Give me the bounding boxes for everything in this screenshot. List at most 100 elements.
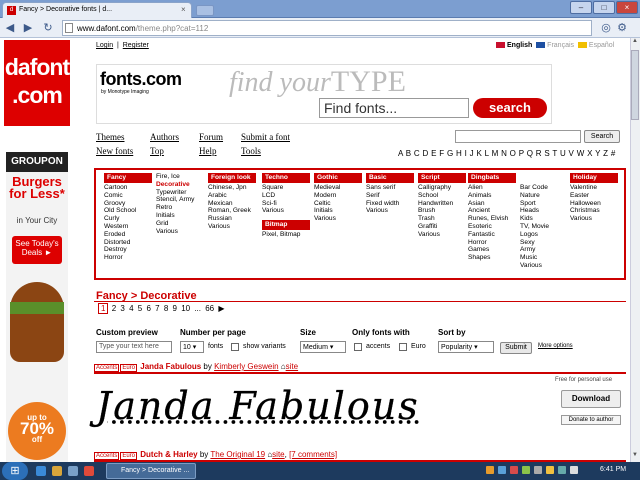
category-link[interactable]: Curly (104, 215, 152, 223)
tray-icon[interactable] (522, 466, 530, 474)
category-link[interactable]: TV, Movie (520, 223, 549, 231)
category-link[interactable]: Valentine (570, 184, 618, 192)
category-link[interactable]: Distorted (104, 239, 152, 247)
extension-icon[interactable]: ◎ (598, 20, 614, 36)
login-link[interactable]: Login (96, 42, 113, 49)
category-link[interactable]: Groovy (104, 200, 152, 208)
category-link[interactable]: Destroy (104, 246, 152, 254)
category-link[interactable]: Music (520, 254, 549, 262)
last-page-link[interactable]: 66 (205, 304, 214, 313)
address-bar[interactable]: www.dafont.com/theme.php?cat=112 (62, 20, 592, 36)
start-button-icon[interactable]: ⊞ (2, 462, 28, 480)
dafont-logo[interactable]: dafont .com (4, 40, 70, 126)
category-link[interactable]: Army (520, 246, 549, 254)
lang-spanish[interactable]: Español (589, 42, 614, 49)
category-link[interactable]: Horror (468, 239, 516, 247)
explorer-icon[interactable] (52, 466, 62, 476)
category-link[interactable]: Western (104, 223, 152, 231)
category-link[interactable]: Grid (156, 220, 194, 228)
category-link[interactable]: Fire, Ice (156, 173, 194, 181)
current-page[interactable]: 1 (98, 303, 109, 314)
category-link[interactable]: Comic (104, 192, 152, 200)
category-link[interactable]: Christmas (570, 207, 618, 215)
category-link[interactable]: Various (314, 215, 362, 223)
category-link[interactable]: Roman, Greek (208, 207, 256, 215)
category-heading[interactable]: Fancy (104, 173, 152, 183)
sort-by-select[interactable]: Popularity ▾ (438, 341, 494, 353)
category-link[interactable]: Various (208, 223, 256, 231)
category-link[interactable]: Medieval (314, 184, 362, 192)
close-window-icon[interactable]: × (616, 1, 638, 14)
category-heading[interactable]: Bitmap (262, 220, 310, 231)
close-tab-icon[interactable]: × (181, 5, 186, 14)
category-link[interactable]: Mexican (208, 200, 256, 208)
category-link[interactable]: Eroded (104, 231, 152, 239)
page-link[interactable]: 4 (129, 304, 133, 313)
category-link[interactable]: Sans serif (366, 184, 414, 192)
category-link[interactable]: School (418, 192, 466, 200)
category-link[interactable]: Typewriter (156, 189, 194, 197)
category-heading[interactable]: Basic (366, 173, 414, 183)
nav-tools[interactable]: Tools (241, 146, 261, 156)
scroll-thumb[interactable] (631, 50, 639, 120)
category-link[interactable]: Graffiti (418, 223, 466, 231)
category-link[interactable]: Halloween (570, 200, 618, 208)
wrench-menu-icon[interactable]: ⚙ (614, 20, 630, 36)
page-ellipsis[interactable]: ... (194, 304, 201, 313)
category-link[interactable]: Russian (208, 215, 256, 223)
new-tab-button[interactable] (196, 5, 214, 16)
category-link[interactable]: Retro (156, 204, 194, 212)
nav-help[interactable]: Help (199, 146, 217, 156)
category-link[interactable]: Old School (104, 207, 152, 215)
page-link[interactable]: 10 (181, 304, 190, 313)
number-per-page-select[interactable]: 10 ▾ (180, 341, 204, 353)
category-heading[interactable]: Script (418, 173, 466, 183)
category-link[interactable]: Square (262, 184, 310, 192)
category-link[interactable]: Serif (366, 192, 414, 200)
category-link[interactable]: Sci-fi (262, 200, 310, 208)
category-link[interactable]: Celtic (314, 200, 362, 208)
groupon-deals-button[interactable]: See Today's Deals ► (12, 236, 62, 264)
euro-checkbox[interactable] (399, 343, 407, 351)
page-link[interactable]: 3 (120, 304, 124, 313)
category-link[interactable]: Runes, Elvish (468, 215, 516, 223)
page-link[interactable]: 8 (164, 304, 168, 313)
font-preview-image[interactable]: Janda Fabulous (96, 384, 420, 428)
taskbar-chrome-item[interactable]: Fancy > Decorative ... (106, 463, 196, 479)
category-heading[interactable]: Dingbats (468, 173, 516, 183)
category-link[interactable]: Various (418, 231, 466, 239)
tray-icon[interactable] (510, 466, 518, 474)
site-search-input[interactable] (455, 130, 581, 143)
groupon-side-ad[interactable]: GROUPON Burgers for Less* in Your City S… (6, 152, 68, 462)
page-link[interactable]: 5 (138, 304, 142, 313)
accents-checkbox[interactable] (354, 343, 362, 351)
clock[interactable]: 6:41 PM (600, 466, 626, 473)
category-link[interactable]: Sexy (520, 239, 549, 247)
category-link[interactable]: Stencil, Army (156, 196, 194, 204)
category-link[interactable]: Kids (520, 215, 549, 223)
custom-preview-input[interactable]: Type your text here (96, 341, 172, 353)
ad-search-button[interactable]: search (473, 98, 547, 118)
tray-icon[interactable] (498, 466, 506, 474)
nav-authors[interactable]: Authors (150, 132, 179, 142)
category-link[interactable]: Initials (156, 212, 194, 220)
ad-search-input[interactable]: Find fonts... (319, 98, 469, 118)
nav-forum[interactable]: Forum (199, 132, 223, 142)
font-name-link[interactable]: Janda Fabulous (140, 362, 201, 371)
reload-icon[interactable]: ↻ (40, 20, 56, 36)
back-arrow-icon[interactable]: ◀ (2, 20, 18, 36)
lang-french[interactable]: Français (547, 42, 574, 49)
category-link[interactable]: Logos (520, 231, 549, 239)
scroll-down-icon[interactable]: ▼ (630, 452, 640, 462)
browser-tab[interactable]: d Fancy > Decorative fonts | d... × (2, 2, 192, 18)
submit-button[interactable]: Submit (500, 342, 532, 354)
category-heading[interactable]: Techno (262, 173, 310, 183)
register-link[interactable]: Register (123, 42, 149, 49)
tray-icon[interactable] (546, 466, 554, 474)
volume-icon[interactable] (570, 466, 578, 474)
next-page-icon[interactable]: ▶ (218, 304, 224, 313)
forward-arrow-icon[interactable]: ▶ (20, 20, 36, 36)
category-link[interactable]: Asian (468, 200, 516, 208)
lang-english[interactable]: English (507, 42, 532, 49)
author-site-link[interactable]: site (286, 362, 298, 371)
